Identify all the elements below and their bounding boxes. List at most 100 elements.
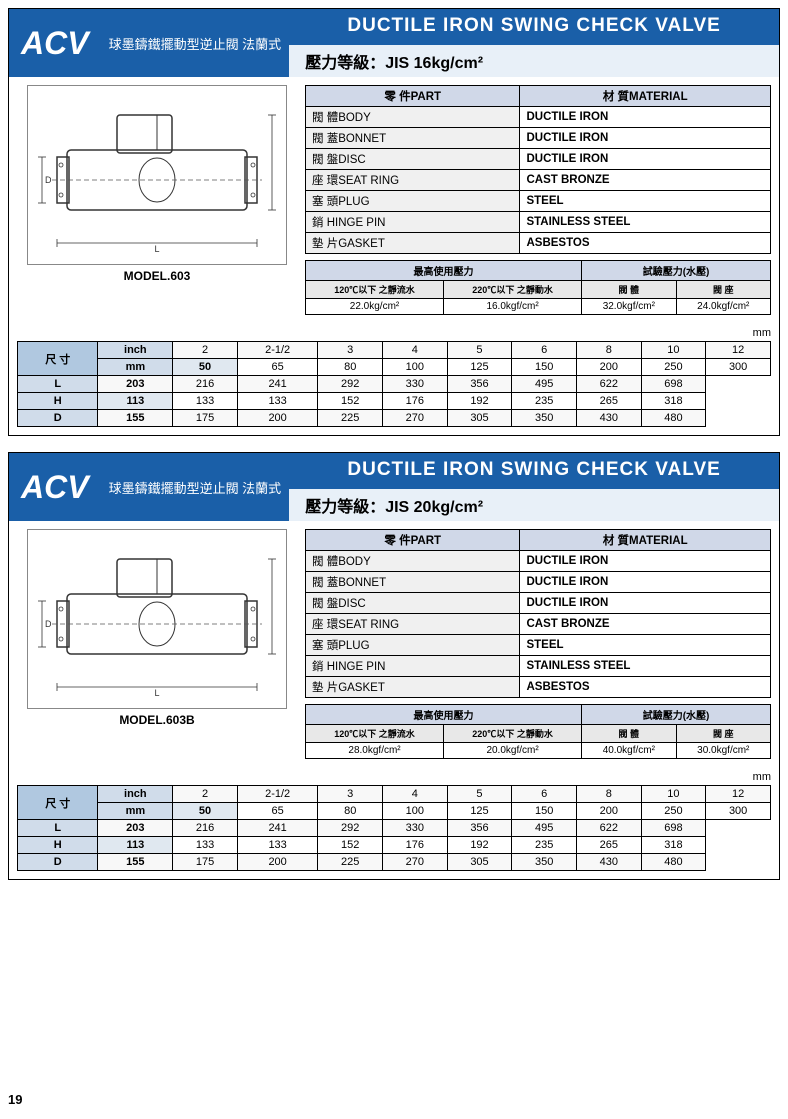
model-label-1: MODEL.603 [124,269,191,283]
pressure-table-2: 最高使用壓力 試驗壓力(水壓) 120℃以下 之靜流水220℃以下 之靜動水閥 … [305,704,771,759]
dim-cell: 241 [237,820,318,837]
dim-inch-value: 8 [576,786,641,803]
pressure-col1-header-1: 最高使用壓力 [306,261,582,281]
dim-inch-value: 12 [706,342,771,359]
parts-header-part-2: 零 件PART [306,530,520,551]
part-name: 閥 蓋BONNET [306,128,520,149]
dim-mm-value: 300 [706,803,771,820]
part-material: CAST BRONZE [520,614,771,635]
content-area-1: L H D MODEL.603 [9,77,779,323]
dim-size-label: 尺 寸 [18,342,98,376]
diagram-area-2: L H D MODEL.603B [17,529,297,759]
dim-cell: 495 [512,376,577,393]
title-right-1: DUCTILE IRON SWING CHECK VALVE 壓力等級：JIS … [289,9,779,77]
part-name: 座 環SEAT RING [306,614,520,635]
dim-inch-value: 2-1/2 [237,342,318,359]
dim-cell: 175 [173,410,238,427]
dim-mm-value: 150 [512,803,577,820]
pressure-sub-header: 220℃以下 之靜動水 [444,281,582,299]
dim-cell: 330 [383,820,448,837]
dim-mm-value: 250 [641,359,706,376]
dim-cell: 270 [383,854,448,871]
title-main-2: DUCTILE IRON SWING CHECK VALVE [289,453,779,487]
dim-mm-value: 300 [706,359,771,376]
pressure-col2-header-1: 試驗壓力(水壓) [582,261,771,281]
dim-inch-value: 5 [447,786,512,803]
dim-cell: 698 [641,820,706,837]
pressure-sub-header: 閥 體 [582,725,676,743]
dim-mm-value: 50 [173,359,238,376]
part-name: 閥 體BODY [306,551,520,572]
dim-inch-value: 4 [383,786,448,803]
dim-cell: 622 [576,376,641,393]
title-main-1: DUCTILE IRON SWING CHECK VALVE [289,9,779,43]
dim-row-label: L [18,376,98,393]
part-name: 座 環SEAT RING [306,170,520,191]
dim-mm-value: 100 [383,359,448,376]
dim-cell: 155 [98,410,173,427]
dim-cell: 203 [98,820,173,837]
model-label-2: MODEL.603B [119,713,194,727]
part-material: DUCTILE IRON [520,593,771,614]
acv-logo-1: ACV [9,9,101,77]
parts-table-2: 零 件PART 材 質MATERIAL 閥 體BODYDUCTILE IRON閥… [305,529,771,698]
part-material: STAINLESS STEEL [520,656,771,677]
dim-cell: 292 [318,376,383,393]
dim-cell: 318 [641,837,706,854]
dim-cell: 133 [173,837,238,854]
parts-header-material-2: 材 質MATERIAL [520,530,771,551]
dim-table-1: 尺 寸inch22-1/2345681012mm5065801001251502… [17,341,771,427]
dim-table-2: 尺 寸inch22-1/2345681012mm5065801001251502… [17,785,771,871]
dim-cell: 133 [237,393,318,410]
dim-cell: 356 [447,376,512,393]
dim-row-label: H [18,837,98,854]
dim-cell: 292 [318,820,383,837]
pressure-value: 28.0kgf/cm² [306,743,444,759]
dim-cell: 265 [576,393,641,410]
pressure-sub-header: 120℃以下 之靜流水 [306,281,444,299]
svg-text:D: D [45,619,52,629]
part-material: CAST BRONZE [520,170,771,191]
dim-inch-value: 6 [512,786,577,803]
svg-text:L: L [154,688,159,698]
dim-cell: 225 [318,854,383,871]
pressure-value: 32.0kgf/cm² [582,299,676,315]
dim-mm-value: 250 [641,803,706,820]
acv-logo-2: ACV [9,453,101,521]
pressure-sub-header: 閥 體 [582,281,676,299]
dim-row-label: D [18,854,98,871]
header-bar-1: ACV 球墨鑄鐵擺動型逆止閥 法蘭式 DUCTILE IRON SWING CH… [9,9,779,77]
dim-cell: 622 [576,820,641,837]
dim-cell: 480 [641,854,706,871]
dim-mm-value: 65 [237,803,318,820]
dim-cell: 265 [576,837,641,854]
dim-inch-value: 12 [706,786,771,803]
part-name: 閥 體BODY [306,107,520,128]
dim-cell: 350 [512,410,577,427]
parts-header-material-1: 材 質MATERIAL [520,86,771,107]
dim-mm-value: 200 [576,359,641,376]
dim-cell: 216 [173,376,238,393]
dim-cell: 430 [576,854,641,871]
pressure-value: 16.0kgf/cm² [444,299,582,315]
pressure-col2-header-2: 試驗壓力(水壓) [582,705,771,725]
dim-cell: 113 [98,393,173,410]
part-name: 墊 片GASKET [306,233,520,254]
part-name: 閥 盤DISC [306,149,520,170]
dim-section-2: mm 尺 寸inch22-1/2345681012mm5065801001251… [9,767,779,879]
part-material: DUCTILE IRON [520,107,771,128]
parts-area-1: 零 件PART 材 質MATERIAL 閥 體BODYDUCTILE IRON閥… [305,85,771,315]
part-material: STEEL [520,191,771,212]
dim-inch-value: 3 [318,786,383,803]
dim-size-label: 尺 寸 [18,786,98,820]
dim-mm-value: 50 [173,803,238,820]
dim-inch-value: 5 [447,342,512,359]
pressure-value: 20.0kgf/cm² [444,743,582,759]
dim-cell: 318 [641,393,706,410]
dim-cell: 225 [318,410,383,427]
section-1: ACV 球墨鑄鐵擺動型逆止閥 法蘭式 DUCTILE IRON SWING CH… [8,8,780,436]
dim-cell: 235 [512,837,577,854]
dim-cell: 305 [447,410,512,427]
pressure-sub-header: 閥 座 [676,281,770,299]
dim-inch-label: inch [98,786,173,803]
